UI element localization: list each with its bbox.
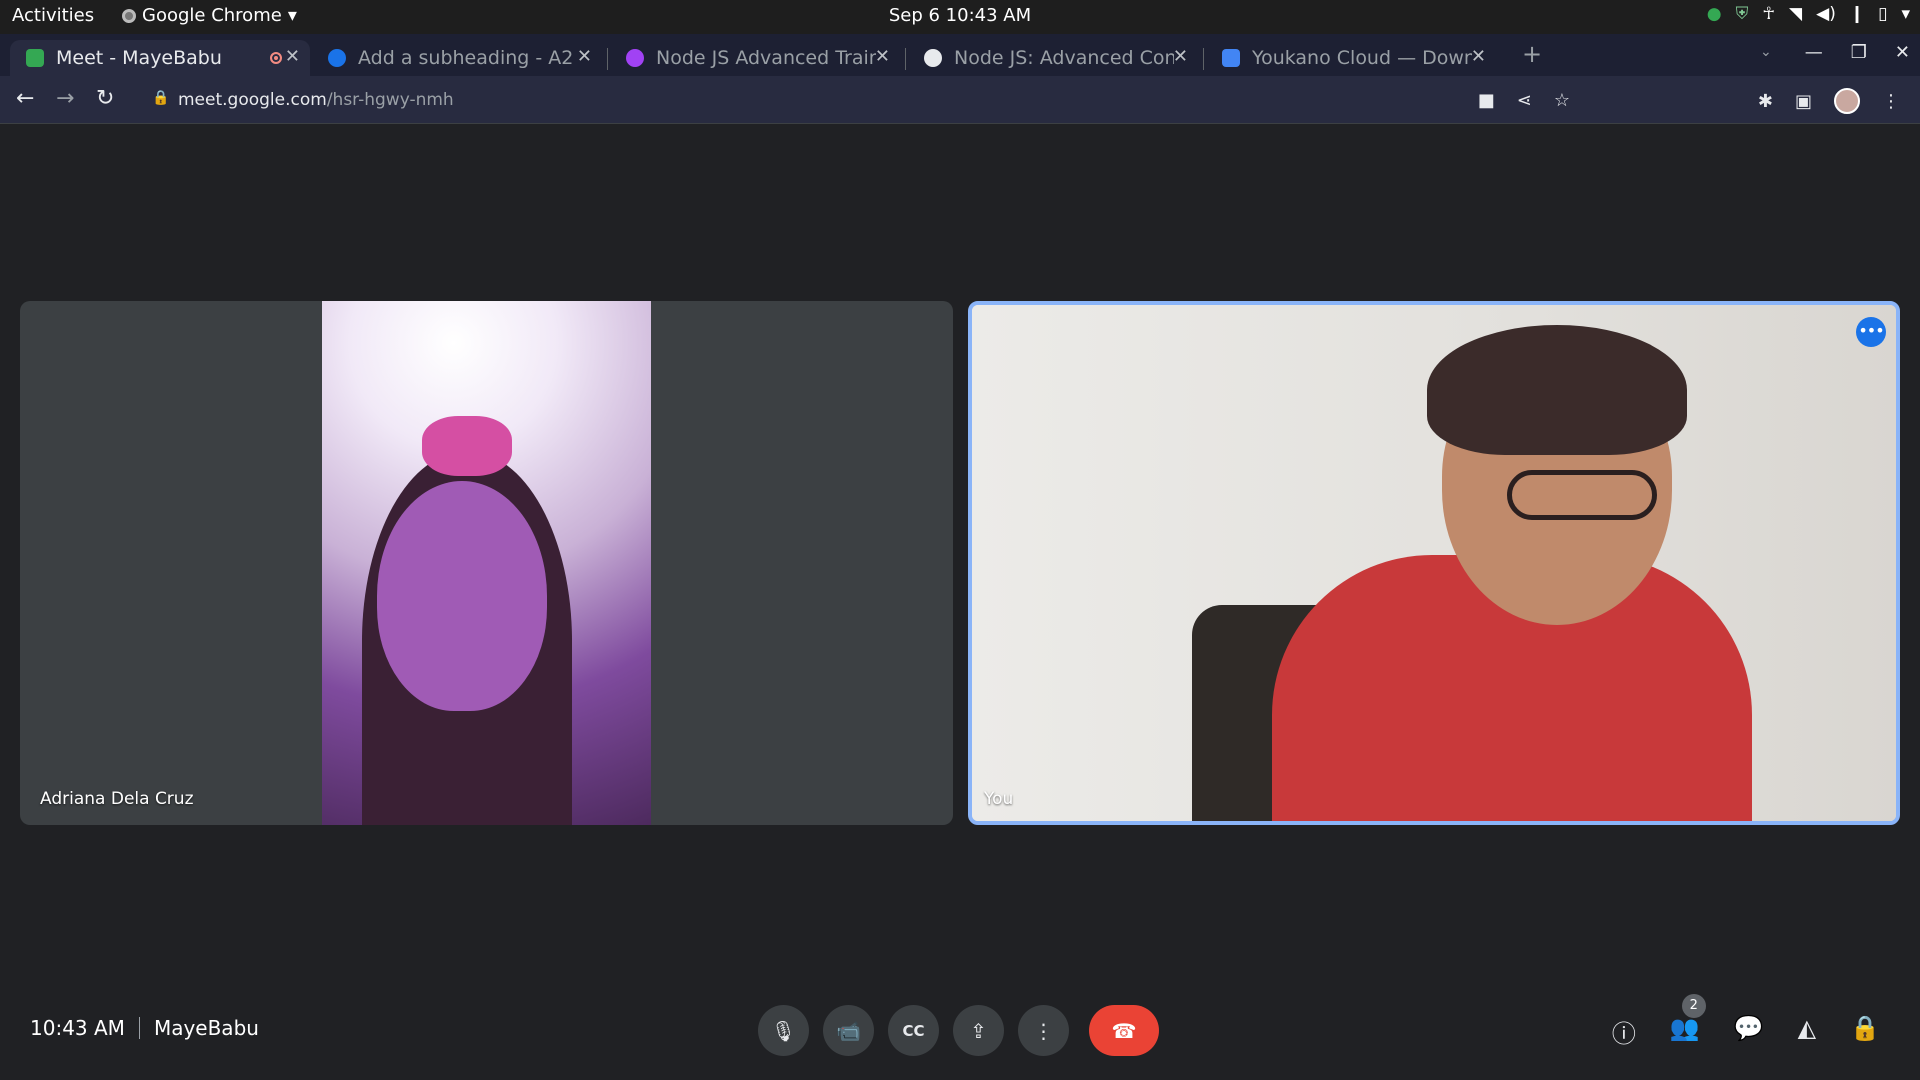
participant-count-badge: 2: [1681, 994, 1706, 1018]
tab-separator: [905, 48, 906, 70]
camera-in-use-icon[interactable]: ■: [1478, 90, 1495, 111]
url-text[interactable]: meet.google.com/hsr-hgwy-nmh: [178, 90, 454, 110]
gnome-top-bar: Activities Google Chrome ▾ Sep 6 10:43 A…: [0, 0, 1920, 34]
shield-ext-icon[interactable]: ●: [1707, 4, 1722, 24]
minimize-button[interactable]: —: [1805, 42, 1823, 63]
lock-icon[interactable]: 🔒: [152, 90, 169, 106]
activities-button[interactable]: Activities: [12, 5, 94, 26]
mic-icon[interactable]: ❙: [1850, 4, 1864, 24]
tab-title: Node JS: Advanced Conce: [954, 47, 1174, 69]
more-options-button[interactable]: ⋮: [1018, 1005, 1069, 1056]
participant-tile-adriana[interactable]: Adriana Dela Cruz: [20, 301, 953, 825]
tile-more-options-button[interactable]: •••: [1856, 317, 1886, 347]
participant-name: You: [984, 789, 1014, 809]
tab-separator: [1203, 48, 1204, 70]
system-tray[interactable]: ● ⛨ ☥ ◥ ◀) ❙ ▯ ▾: [1707, 4, 1910, 24]
chrome-menu-icon[interactable]: ⋮: [1882, 91, 1900, 112]
close-icon[interactable]: ✕: [577, 46, 592, 67]
participant-tile-self[interactable]: ••• You: [968, 301, 1900, 825]
tab-strip: Meet - MayeBabu ✕ Add a subheading - A2 …: [0, 34, 1920, 76]
meeting-name: MayeBabu: [153, 1016, 259, 1040]
divider: [138, 1017, 140, 1039]
tab-title: Youkano Cloud — Downlo: [1252, 47, 1472, 69]
video-content: [1507, 470, 1657, 520]
participant-video: [322, 301, 651, 825]
battery-icon[interactable]: ▯: [1878, 4, 1887, 24]
self-video: [972, 305, 1896, 821]
tab-udemy[interactable]: Node JS Advanced Trainin ✕: [610, 40, 900, 76]
close-icon[interactable]: ✕: [285, 46, 300, 67]
camera-button[interactable]: 📹: [823, 1005, 874, 1056]
udemy-icon: [626, 49, 644, 67]
side-panel-icon[interactable]: ▣: [1795, 91, 1812, 112]
activities-icon[interactable]: ◭: [1798, 1014, 1816, 1049]
video-content: [377, 481, 547, 711]
chrome-icon: [122, 8, 136, 23]
forward-button[interactable]: →: [56, 86, 74, 111]
tab-title: Node JS Advanced Trainin: [656, 47, 876, 69]
tab-title: Meet - MayeBabu: [56, 47, 222, 69]
wifi-icon[interactable]: ◥: [1789, 4, 1802, 24]
call-controls: 🎙 📹 CC ⇪ ⋮ ☎: [758, 1005, 1159, 1056]
present-now-button[interactable]: ⇪: [953, 1005, 1004, 1056]
app-menu-label: Google Chrome: [142, 5, 282, 26]
youkano-icon: [1222, 49, 1240, 67]
captions-button[interactable]: CC: [888, 1005, 939, 1056]
close-icon[interactable]: ✕: [875, 46, 890, 67]
extensions-icon[interactable]: ✱: [1758, 91, 1773, 112]
menu-caret-icon[interactable]: ▾: [1901, 4, 1910, 24]
back-button[interactable]: ←: [16, 86, 34, 111]
canva-icon: [328, 49, 346, 67]
profile-avatar[interactable]: [1834, 88, 1860, 114]
leave-call-button[interactable]: ☎: [1089, 1005, 1159, 1056]
url-domain: meet.google.com: [178, 90, 327, 110]
share-icon[interactable]: ⋖: [1517, 90, 1532, 111]
host-controls-icon[interactable]: 🔒: [1850, 1014, 1880, 1049]
omnibox-actions: ■ ⋖ ☆: [1478, 90, 1570, 111]
accessibility-icon[interactable]: ☥: [1762, 4, 1775, 24]
meeting-details-icon[interactable]: ⓘ: [1612, 1014, 1636, 1049]
new-tab-button[interactable]: +: [1522, 40, 1542, 68]
browser-toolbar: ← → ↻ 🔒 meet.google.com/hsr-hgwy-nmh ■ ⋖…: [0, 76, 1920, 124]
address-bar[interactable]: 🔒 meet.google.com/hsr-hgwy-nmh: [140, 82, 1700, 118]
tab-canva[interactable]: Add a subheading - A2 (La ✕: [312, 40, 602, 76]
tab-wordpress[interactable]: Node JS: Advanced Conce ✕: [908, 40, 1198, 76]
app-menu[interactable]: Google Chrome ▾: [122, 5, 297, 26]
security-icon[interactable]: ⛨: [1736, 4, 1749, 24]
wordpress-icon: [924, 49, 942, 67]
side-controls: ⓘ 👥 2 💬 ◭ 🔒: [1612, 994, 1880, 1049]
microphone-button[interactable]: 🎙: [758, 1005, 809, 1056]
tab-search-icon[interactable]: ⌄: [1760, 44, 1772, 60]
video-content: [1427, 325, 1687, 455]
toolbar-right-icons: ✱ ▣ ⋮: [1758, 88, 1900, 114]
url-path: /hsr-hgwy-nmh: [326, 90, 454, 110]
bookmark-star-icon[interactable]: ☆: [1554, 90, 1570, 111]
tab-separator: [607, 48, 608, 70]
reload-button[interactable]: ↻: [96, 86, 114, 111]
close-icon[interactable]: ✕: [1471, 46, 1486, 67]
video-content: [422, 416, 512, 476]
google-meet-icon: [26, 49, 44, 67]
recording-indicator-icon: [269, 52, 282, 64]
tab-meet[interactable]: Meet - MayeBabu ✕: [10, 40, 310, 76]
close-window-button[interactable]: ✕: [1895, 42, 1910, 63]
people-button[interactable]: 👥 2: [1669, 994, 1706, 1049]
meeting-time: 10:43 AM: [30, 1016, 125, 1040]
tab-youkano[interactable]: Youkano Cloud — Downlo ✕: [1206, 40, 1496, 76]
chat-icon[interactable]: 💬: [1734, 1014, 1764, 1049]
participant-name: Adriana Dela Cruz: [40, 789, 194, 809]
people-icon: 👥: [1669, 1014, 1700, 1042]
tab-title: Add a subheading - A2 (La: [358, 47, 578, 69]
window-controls: — ❐ ✕: [1805, 42, 1910, 63]
chevron-down-icon: ▾: [287, 5, 297, 26]
restore-button[interactable]: ❐: [1851, 42, 1867, 63]
volume-icon[interactable]: ◀): [1816, 4, 1836, 24]
close-icon[interactable]: ✕: [1173, 46, 1188, 67]
meeting-info: 10:43 AM MayeBabu: [30, 1016, 259, 1040]
